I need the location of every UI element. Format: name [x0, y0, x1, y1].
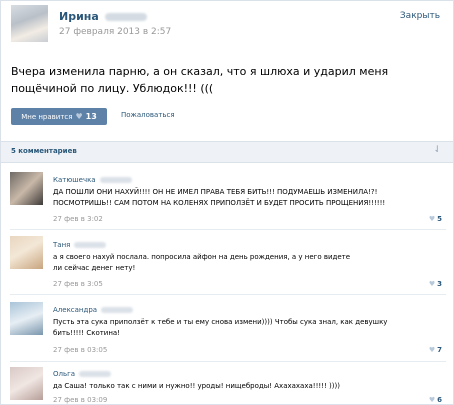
- comment-text: Пусть эта сука приползёт к тебе и ты ему…: [53, 318, 388, 337]
- author-name[interactable]: Ирина: [59, 10, 147, 23]
- comment-text: а я своего нахуй послала. попросила айфо…: [53, 253, 351, 272]
- comment-date[interactable]: 27 фев в 03:05: [53, 346, 107, 354]
- comments-count[interactable]: 5 комментариев: [11, 147, 77, 155]
- commenter-avatar[interactable]: [10, 236, 43, 269]
- commenter-name[interactable]: Таня: [53, 241, 107, 249]
- comments-header: 5 комментариев ⇃: [1, 141, 453, 163]
- divider: [10, 229, 446, 230]
- divider: [10, 361, 446, 362]
- like-button[interactable]: Мне нравится ♥ 13: [11, 108, 107, 125]
- heart-icon: ♥: [428, 215, 436, 223]
- blurred-surname: [79, 371, 112, 377]
- comment-date[interactable]: 27 фев в 3:05: [53, 280, 103, 288]
- commenter-name[interactable]: Александра: [53, 306, 134, 314]
- comment-like[interactable]: ♥ 7: [429, 346, 442, 354]
- comment-like[interactable]: ♥ 3: [429, 280, 442, 288]
- comment-text: ДА ПОШЛИ ОНИ НАХУЙ!!!! ОН НЕ ИМЕЛ ПРАВА …: [53, 188, 386, 207]
- heart-icon: ♥: [428, 346, 436, 354]
- commenter-name[interactable]: Катюшечка: [53, 176, 132, 184]
- complain-link[interactable]: Пожаловаться: [121, 111, 175, 119]
- close-link[interactable]: Закрыть: [400, 11, 440, 21]
- post-text: Вчера изменила парню, а он сказал, что я…: [11, 65, 389, 95]
- blurred-surname: [101, 307, 134, 313]
- like-count: 13: [85, 112, 97, 121]
- divider: [10, 294, 446, 295]
- like-label: Мне нравится: [21, 112, 73, 121]
- blurred-surname: [99, 177, 132, 183]
- blurred-surname: [104, 13, 147, 21]
- comment-like[interactable]: ♥ 5: [429, 215, 442, 223]
- commenter-avatar[interactable]: [10, 367, 43, 400]
- comment-like[interactable]: ♥ 6: [429, 396, 442, 404]
- commenter-avatar[interactable]: [10, 302, 43, 335]
- post-date[interactable]: 27 февраля 2013 в 2:57: [59, 27, 171, 37]
- heart-icon: ♥: [75, 112, 83, 121]
- comment-date[interactable]: 27 фев в 03:09: [53, 396, 107, 404]
- commenter-avatar[interactable]: [10, 172, 43, 205]
- author-avatar[interactable]: [11, 5, 48, 42]
- comment-text: да Саша! только так с ними и нужно!! уро…: [53, 382, 340, 390]
- heart-icon: ♥: [428, 396, 436, 404]
- heart-icon: ♥: [428, 280, 436, 288]
- comment-date[interactable]: 27 фев в 3:02: [53, 215, 103, 223]
- commenter-name[interactable]: Ольга: [53, 370, 112, 378]
- blurred-surname: [74, 242, 107, 248]
- sort-icon[interactable]: ⇃: [433, 145, 441, 155]
